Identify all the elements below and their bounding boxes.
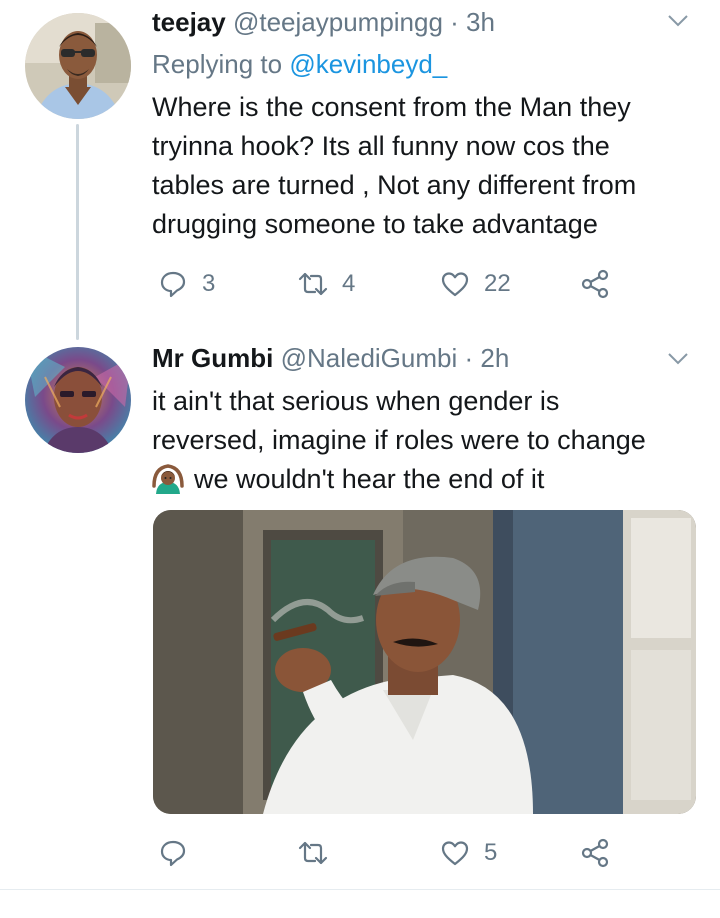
reply-count: 3	[202, 270, 216, 297]
timestamp[interactable]: 2h	[480, 343, 509, 373]
time-separator: ·	[442, 7, 467, 37]
retweet-button[interactable]: 4	[298, 266, 355, 302]
retweet-icon	[298, 841, 328, 865]
reply-button[interactable]	[158, 835, 202, 871]
chevron-down-icon[interactable]	[666, 346, 690, 370]
tweet-actions: 3 4 22	[0, 266, 720, 302]
like-button[interactable]: 5	[440, 835, 497, 871]
tweet-text-line: Where is the consent from the Man they	[152, 92, 631, 122]
reply-button[interactable]: 3	[158, 266, 215, 302]
tweet-mr-gumbi[interactable]: Mr Gumbi @NalediGumbi · 2h it ain't that…	[0, 330, 720, 890]
timestamp[interactable]: 3h	[466, 7, 495, 37]
tweet-text-line: we wouldn't hear the end of it	[194, 464, 545, 494]
retweet-icon	[298, 272, 328, 296]
tweet-text-line-with-emoji: we wouldn't hear the end of it	[152, 460, 712, 499]
avatar-mr-gumbi[interactable]	[25, 347, 131, 453]
like-count: 22	[484, 270, 511, 297]
thread-connector	[76, 124, 79, 340]
tweet-text-line: drugging someone to take advantage	[152, 209, 598, 239]
replying-to-label: Replying to	[152, 49, 290, 79]
replying-to: Replying to @kevinbeyd_	[152, 48, 447, 80]
like-count: 5	[484, 839, 498, 866]
heart-icon	[441, 841, 469, 866]
share-icon	[581, 269, 609, 299]
display-name[interactable]: teejay	[152, 7, 226, 37]
reply-icon	[160, 840, 186, 867]
tweet-text-line: tables are turned , Not any different fr…	[152, 170, 637, 200]
time-separator: ·	[457, 343, 481, 373]
tweet-text-line: it ain't that serious when gender is	[152, 386, 560, 416]
retweet-button[interactable]	[298, 835, 342, 871]
tweet-text: it ain't that serious when gender is rev…	[152, 382, 712, 499]
replying-to-handle[interactable]: @kevinbeyd_	[289, 49, 447, 79]
tweet-actions: 5	[0, 835, 720, 871]
share-button[interactable]	[580, 266, 610, 302]
avatar-teejay[interactable]	[25, 13, 131, 119]
share-button[interactable]	[580, 835, 610, 871]
tweet-teejay[interactable]: teejay @teejaypumpingg · 3h Replying to …	[0, 0, 720, 340]
heart-icon	[441, 272, 469, 297]
tweet-text-line: reversed, imagine if roles were to chang…	[152, 425, 646, 455]
tweet-header: teejay @teejaypumpingg · 3h	[152, 6, 495, 38]
share-icon	[581, 838, 609, 868]
tweet-text: Where is the consent from the Man they t…	[152, 88, 712, 244]
person-gesturing-ok-emoji	[152, 464, 184, 494]
display-name[interactable]: Mr Gumbi	[152, 343, 273, 373]
retweet-count: 4	[342, 270, 356, 297]
like-button[interactable]: 22	[440, 266, 511, 302]
user-handle[interactable]: @NalediGumbi	[281, 343, 458, 373]
tweet-divider	[0, 889, 720, 890]
tweet-photo[interactable]	[153, 510, 696, 814]
reply-icon	[160, 271, 186, 298]
chevron-down-icon[interactable]	[666, 8, 690, 32]
user-handle[interactable]: @teejaypumpingg	[233, 7, 443, 37]
tweet-header: Mr Gumbi @NalediGumbi · 2h	[152, 342, 509, 374]
tweet-text-line: tryinna hook? Its all funny now cos the	[152, 131, 610, 161]
